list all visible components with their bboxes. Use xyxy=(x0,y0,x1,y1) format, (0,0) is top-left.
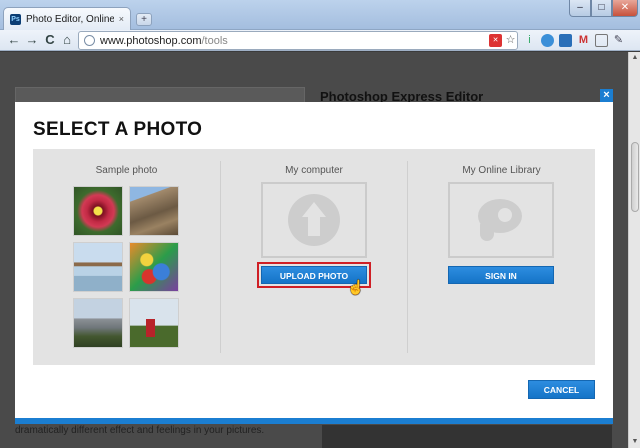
online-library-column: My Online Library SIGN IN xyxy=(408,149,595,365)
tab-title: Photo Editor, Online Ph... xyxy=(26,13,114,25)
new-tab-button[interactable]: + xyxy=(136,13,152,26)
home-icon[interactable]: ⌂ xyxy=(59,32,75,48)
adobe-extension-icon[interactable]: ✕ xyxy=(489,34,502,47)
tab-close-icon[interactable]: × xyxy=(119,14,124,24)
bookmark-star-icon[interactable]: ☆ xyxy=(504,34,517,47)
sample-photo-ruins[interactable] xyxy=(129,186,179,236)
screenshot-extension-icon[interactable] xyxy=(595,34,608,47)
gmail-icon[interactable]: M xyxy=(577,34,590,47)
photoshop-favicon-icon: Ps xyxy=(10,13,21,25)
scroll-thumb[interactable] xyxy=(631,142,639,212)
upload-placeholder xyxy=(261,182,367,258)
address-url: www.photoshop.com/tools xyxy=(100,34,228,47)
browser-toolbar: ← → C ⌂ www.photoshop.com/tools ✕ ☆ i M … xyxy=(0,30,640,51)
window-maximize-button[interactable]: □ xyxy=(591,0,612,17)
reload-icon[interactable]: C xyxy=(42,32,58,48)
window-minimize-button[interactable]: – xyxy=(569,0,591,17)
page-globe-icon xyxy=(84,35,95,46)
sample-photo-mountain[interactable] xyxy=(73,298,123,348)
upload-arrow-icon xyxy=(288,194,340,246)
select-photo-dialog: SELECT A PHOTO Sample photo My computer … xyxy=(15,102,613,424)
back-arrow-icon[interactable]: ← xyxy=(6,32,22,48)
address-bar[interactable]: www.photoshop.com/tools xyxy=(78,31,518,50)
info-extension-icon[interactable]: i xyxy=(523,34,536,47)
source-panel: Sample photo My computer UPLOAD PHOTO ☝ … xyxy=(33,149,595,365)
sample-photo-phonebooth[interactable] xyxy=(129,298,179,348)
hand-cursor-icon: ☝ xyxy=(347,279,365,295)
background-screenshot-image xyxy=(15,87,305,103)
dialog-title: SELECT A PHOTO xyxy=(33,119,203,140)
background-photo xyxy=(322,425,612,448)
notes-extension-icon[interactable] xyxy=(559,34,572,47)
library-placeholder xyxy=(448,182,554,258)
sign-in-button[interactable]: SIGN IN xyxy=(448,266,554,284)
sample-photo-children[interactable] xyxy=(129,242,179,292)
scroll-up-icon[interactable]: ▲ xyxy=(630,53,640,63)
sample-photo-column: Sample photo xyxy=(33,149,220,365)
forward-arrow-icon[interactable]: → xyxy=(24,32,40,48)
sample-photo-label: Sample photo xyxy=(95,165,158,176)
background-caption: dramatically different effect and feelin… xyxy=(15,425,265,436)
scroll-down-icon[interactable]: ▼ xyxy=(630,437,640,447)
my-computer-label: My computer xyxy=(285,165,343,176)
browser-tab[interactable]: Ps Photo Editor, Online Ph... × xyxy=(3,7,131,30)
cancel-button[interactable]: CANCEL xyxy=(528,380,595,399)
browser-titlebar: Ps Photo Editor, Online Ph... × + – □ ✕ xyxy=(0,0,640,30)
window-close-button[interactable]: ✕ xyxy=(612,0,638,17)
photoshop-library-icon xyxy=(476,195,526,245)
modal-close-icon[interactable]: × xyxy=(600,89,613,102)
wrench-menu-icon[interactable]: ✎ xyxy=(612,34,625,47)
sample-photo-flower[interactable] xyxy=(73,186,123,236)
dialog-bottom-bar xyxy=(15,418,613,424)
page-scrollbar[interactable]: ▲ ▼ xyxy=(628,52,640,448)
globe-extension-icon[interactable] xyxy=(541,34,554,47)
sample-photo-pier[interactable] xyxy=(73,242,123,292)
online-library-label: My Online Library xyxy=(462,165,541,176)
my-computer-column: My computer UPLOAD PHOTO ☝ xyxy=(221,149,407,365)
